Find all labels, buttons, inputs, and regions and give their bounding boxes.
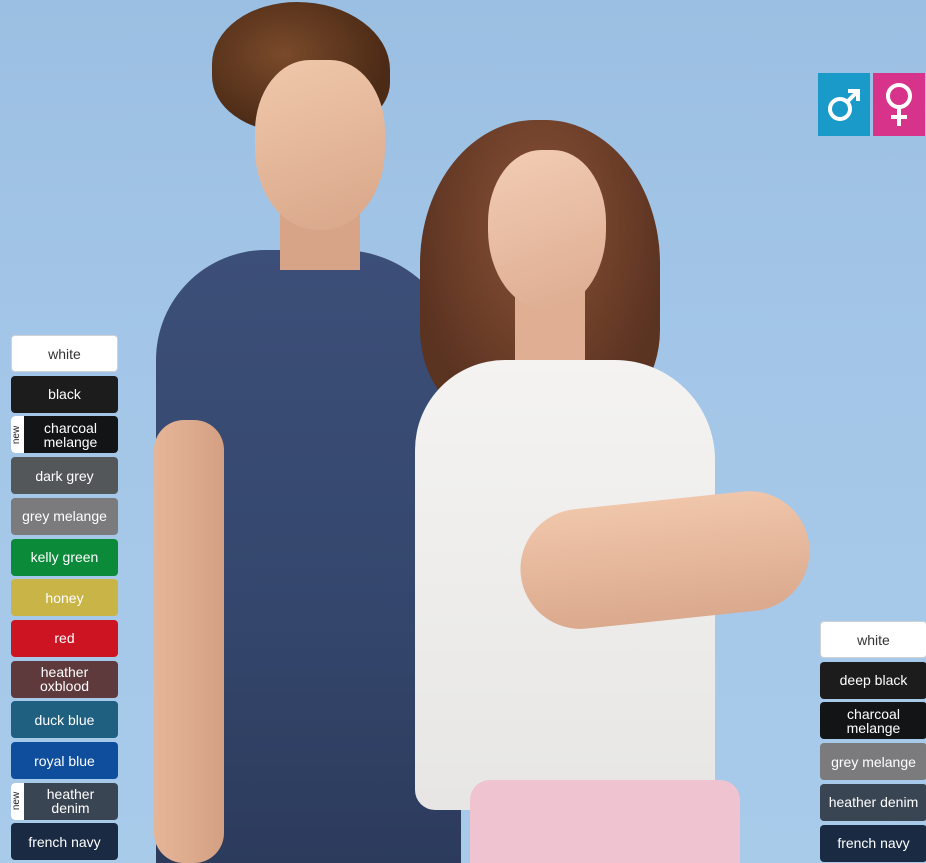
men-swatch-grey-melange[interactable]: grey melange [11,497,118,535]
swatch-label: dark grey [35,467,94,484]
men-swatch-black[interactable]: black [11,375,118,413]
swatch-label: charcoal melange [846,705,901,736]
swatch-label: white [48,345,81,362]
swatch-label: kelly green [30,549,99,565]
women-swatch-french-navy[interactable]: french navy [820,824,926,862]
swatch-label: white [857,631,890,648]
swatch-label: charcoal melange [43,419,98,450]
men-swatch-white[interactable]: white [11,335,118,372]
swatch-label: french navy [837,835,910,851]
female-symbol-icon[interactable] [873,73,925,136]
swatch-label: honey [45,589,84,606]
men-swatch-charcoal-melange[interactable]: new charcoal melange [11,416,118,454]
swatch-label: grey melange [831,753,916,770]
swatch-label: black [48,386,81,403]
women-swatch-deep-black[interactable]: deep black [820,661,926,699]
men-swatch-red[interactable]: red [11,619,118,657]
men-swatch-kelly-green[interactable]: kelly green [11,538,118,576]
women-swatch-heather-denim[interactable]: heather denim [820,783,926,821]
woman-pants [470,780,740,863]
men-swatch-dark-grey[interactable]: dark grey [11,457,118,495]
women-swatch-white[interactable]: white [820,621,926,658]
swatch-label: heather denim [46,786,95,817]
women-swatch-charcoal-melange[interactable]: charcoal melange [820,702,926,740]
swatch-label: duck blue [34,711,95,728]
new-badge: new [11,416,24,454]
new-badge: new [11,782,24,820]
men-swatch-heather-denim[interactable]: new heather denim [11,782,118,820]
swatch-label: grey melange [22,508,107,525]
women-swatch-grey-melange[interactable]: grey melange [820,743,926,781]
swatch-label: deep black [839,672,908,689]
male-symbol-icon[interactable] [818,73,870,136]
men-swatch-royal-blue[interactable]: royal blue [11,742,118,779]
men-swatch-honey[interactable]: honey [11,579,118,617]
product-photo: white black new charcoal melange dark grey gr… [0,0,926,863]
man-face [255,60,385,230]
men-swatch-french-navy[interactable]: french navy [11,823,118,861]
swatch-label: heather denim [828,794,919,811]
woman-face [488,150,606,310]
swatch-label: royal blue [34,752,95,769]
man-arm [154,420,224,863]
swatch-label: heather oxblood [39,664,90,695]
men-swatch-heather-oxblood[interactable]: heather oxblood [11,660,118,698]
men-swatch-duck-blue[interactable]: duck blue [11,701,118,739]
swatch-label: red [54,630,75,647]
swatch-label: french navy [28,833,101,850]
